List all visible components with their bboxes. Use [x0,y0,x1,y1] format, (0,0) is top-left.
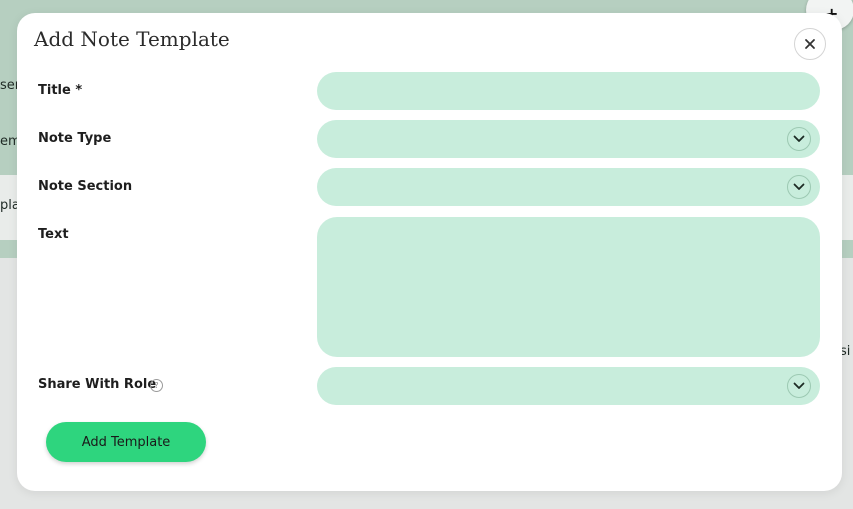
note-section-select[interactable] [317,168,820,206]
note-type-label: Note Type [38,131,112,146]
chevron-down-icon [787,127,811,151]
add-template-button[interactable]: Add Template [46,422,206,462]
chevron-down-icon [787,175,811,199]
close-icon [805,39,815,49]
text-textarea[interactable] [317,217,820,357]
help-icon[interactable]: ? [150,379,163,392]
note-section-label: Note Section [38,179,133,194]
share-with-role-label: Share With Role [38,377,157,392]
chevron-down-icon [787,374,811,398]
share-with-role-select[interactable] [317,367,820,405]
modal-title: Add Note Template [34,27,230,51]
text-label: Text [38,227,69,242]
add-note-template-modal: Add Note Template Title * Note Type Note… [17,13,842,491]
title-input[interactable] [317,72,820,110]
title-label: Title * [38,83,83,98]
close-button[interactable] [794,28,826,60]
note-type-select[interactable] [317,120,820,158]
